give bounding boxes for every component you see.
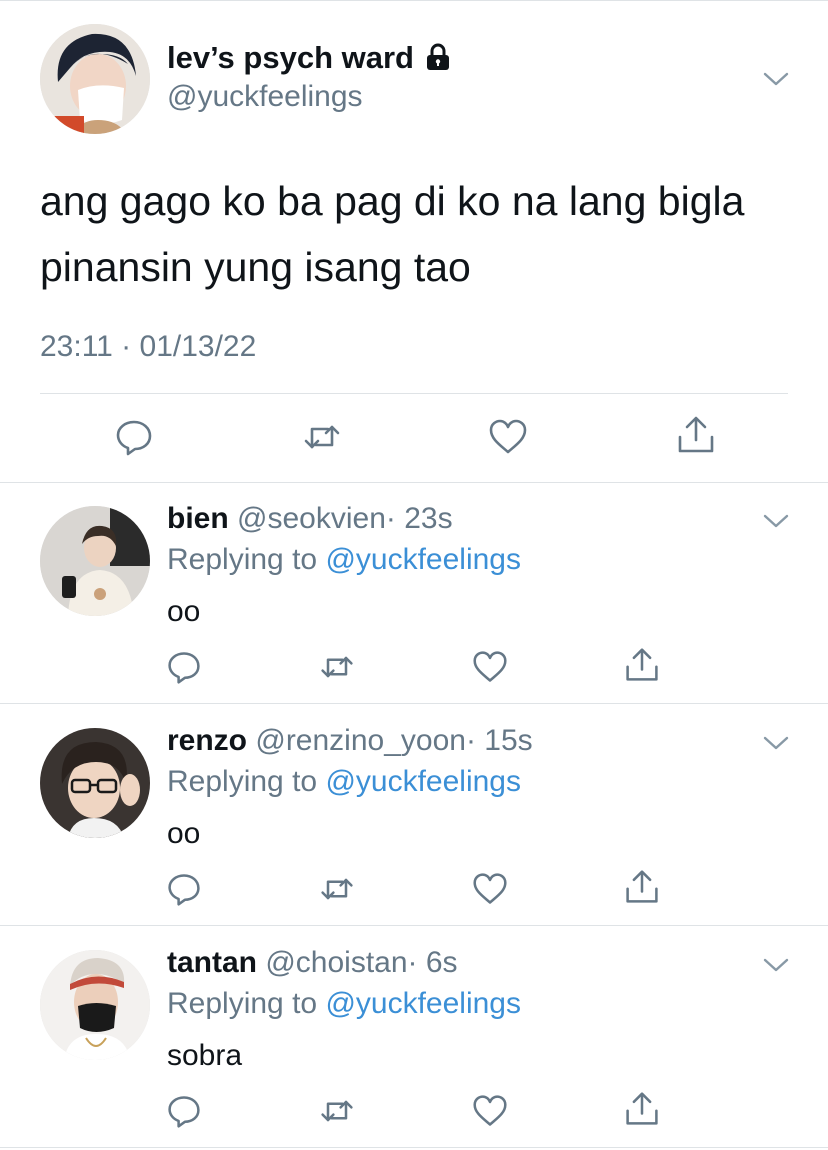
mention-link[interactable]: @yuckfeelings [325,987,521,1020]
divider [0,1147,828,1148]
reply-header: renzo @renzino_yoon· 15s [167,724,533,758]
reply-time[interactable]: · 15s [466,724,533,757]
mention-link[interactable]: @yuckfeelings [325,543,521,576]
replying-to: Replying to @yuckfeelings [167,543,521,577]
divider [0,703,828,704]
avatar-image [40,24,150,134]
divider [0,482,828,483]
reply-icon[interactable] [166,1093,202,1129]
reply-text: sobra [167,1039,243,1072]
retweet-icon[interactable] [319,871,355,907]
replying-to: Replying to @yuckfeelings [167,987,521,1021]
reply-text: oo [167,595,201,628]
retweet-icon[interactable] [319,1093,355,1129]
avatar[interactable] [40,506,150,616]
display-name-text[interactable]: lev’s psych ward [167,40,414,75]
avatar-image [40,506,150,616]
reply-header: tantan @choistan· 6s [167,946,458,980]
retweet-icon[interactable] [319,649,355,685]
replying-to-label: Replying to [167,765,318,798]
divider [0,925,828,926]
top-divider [0,0,828,1]
like-icon[interactable] [472,871,508,907]
replying-to: Replying to @yuckfeelings [167,765,521,799]
divider [40,393,788,394]
avatar-image [40,950,150,1060]
chevron-down-icon[interactable] [762,70,790,88]
reply-time[interactable]: · 6s [408,946,458,979]
avatar[interactable] [40,728,150,838]
reply-display-name[interactable]: tantan [167,946,257,979]
reply-display-name[interactable]: renzo [167,724,247,757]
like-icon[interactable] [472,1093,508,1129]
share-icon[interactable] [624,869,660,905]
display-name[interactable]: lev’s psych ward [167,40,452,76]
reply-text: oo [167,817,201,850]
replying-to-label: Replying to [167,987,318,1020]
reply-handle[interactable]: @choistan [265,946,407,979]
reply-icon[interactable] [166,871,202,907]
reply-handle[interactable]: @renzino_yoon [255,724,466,757]
chevron-down-icon[interactable] [762,512,790,530]
reply-handle[interactable]: @seokvien [237,502,386,535]
mention-link[interactable]: @yuckfeelings [325,765,521,798]
chevron-down-icon[interactable] [762,734,790,752]
avatar-image [40,728,150,838]
handle[interactable]: @yuckfeelings [167,80,363,114]
tweet-text: ang gago ko ba pag di ko na lang bigla p… [40,178,745,290]
lock-icon [424,43,452,71]
share-icon[interactable] [624,1091,660,1127]
share-icon[interactable] [624,647,660,683]
like-icon[interactable] [472,649,508,685]
reply-time[interactable]: · 23s [386,502,453,535]
reply-header: bien @seokvien· 23s [167,502,453,536]
avatar[interactable] [40,24,150,134]
like-icon[interactable] [488,417,528,457]
reply-icon[interactable] [114,417,154,457]
reply-display-name[interactable]: bien [167,502,229,535]
replying-to-label: Replying to [167,543,318,576]
chevron-down-icon[interactable] [762,956,790,974]
avatar[interactable] [40,950,150,1060]
share-icon[interactable] [676,415,716,455]
retweet-icon[interactable] [302,417,342,457]
reply-icon[interactable] [166,649,202,685]
tweet-timestamp[interactable]: 23:11 · 01/13/22 [40,330,256,364]
